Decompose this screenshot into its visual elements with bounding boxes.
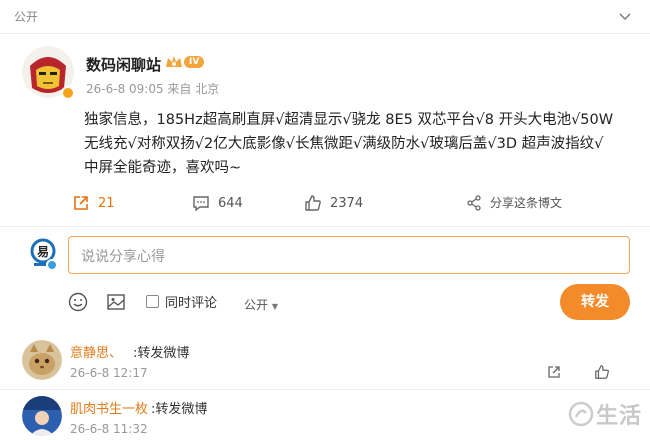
post-meta: 26-6-8 09:05 来自 北京: [86, 82, 220, 96]
reposter-name[interactable]: 肌肉书生一枚: [70, 398, 148, 417]
emoji-icon[interactable]: [68, 292, 88, 312]
repost-button[interactable]: 21: [72, 194, 115, 212]
repost-input-placeholder: 说说分享心得: [81, 249, 165, 265]
composer-toolbar: 同时评论 公开 ▼: [0, 286, 650, 320]
post-header-bar: 公开: [0, 0, 650, 34]
image-icon[interactable]: [106, 292, 126, 312]
like-count: 2374: [330, 195, 364, 211]
watermark-icon: [568, 401, 594, 427]
caret-down-icon: ▼: [271, 302, 278, 311]
repost-item-actions: [546, 364, 610, 380]
verified-badge-icon: [46, 259, 58, 271]
repost-text: :转发微博: [151, 402, 208, 417]
repost-item: 肌肉书生一枚 :转发微博 26-6-8 11:32: [0, 396, 650, 440]
chevron-down-icon[interactable]: [618, 10, 632, 24]
comment-icon: [193, 196, 209, 212]
reposter-name[interactable]: 意静思、: [70, 342, 122, 361]
repost-input[interactable]: 说说分享心得: [68, 236, 630, 274]
visibility-dropdown-label: 公开: [244, 298, 269, 312]
share-button[interactable]: 分享这条博文: [466, 194, 562, 211]
post-actions: 21 644 2374 分享这条博文: [0, 190, 650, 220]
crown-icon: [166, 56, 182, 67]
content-line: 独家信息，185Hz超高刷直屏√超清显示√骁龙 8E5 双芯平台√8 开头大电池…: [84, 112, 614, 128]
repost-item: 意静思、 :转发微博 26-6-8 12:17: [0, 340, 650, 390]
divider: [0, 389, 650, 390]
vip-level: IV: [184, 56, 205, 68]
repost-submit-button[interactable]: 转发: [560, 284, 630, 320]
verified-badge-icon: [61, 86, 75, 100]
thumbs-up-icon: [305, 195, 321, 211]
content-line: 无线充√对称双扬√2亿大底影像√长焦微距√满级防水√玻璃后盖√3D 超声波指纹√: [84, 136, 604, 152]
divider: [0, 226, 650, 227]
repost-count: 21: [98, 195, 115, 211]
comment-count: 644: [218, 195, 243, 211]
like-button[interactable]: 2374: [304, 194, 363, 212]
visibility-label: 公开: [14, 10, 39, 24]
also-comment-label: 同时评论: [165, 296, 218, 311]
visibility-dropdown[interactable]: 公开 ▼: [244, 296, 278, 313]
vip-badge[interactable]: IV: [165, 54, 205, 70]
reposter-avatar[interactable]: [22, 340, 62, 380]
svg-text:易: 易: [37, 245, 49, 259]
reposter-avatar[interactable]: [22, 396, 62, 436]
also-comment-checkbox[interactable]: 同时评论: [146, 292, 217, 311]
content-line: 中屏全能奇迹，喜欢吗~: [84, 160, 242, 176]
share-label: 分享这条博文: [490, 196, 563, 210]
watermark-logo: 生活: [568, 398, 642, 430]
repost-text: :转发微博: [133, 346, 190, 361]
share-icon: [467, 194, 481, 211]
repost-time: 26-6-8 12:17: [70, 366, 148, 380]
share-icon[interactable]: [546, 364, 562, 380]
comment-button[interactable]: 644: [192, 194, 243, 212]
repost-time: 26-6-8 11:32: [70, 422, 148, 436]
checkbox-box[interactable]: [146, 295, 159, 308]
repost-icon: [74, 196, 88, 210]
watermark-text: 生活: [596, 404, 643, 429]
author-name[interactable]: 数码闲聊站: [86, 54, 161, 75]
thumbs-up-icon[interactable]: [594, 364, 610, 380]
post-content: 独家信息，185Hz超高刷直屏√超清显示√骁龙 8E5 双芯平台√8 开头大电池…: [84, 108, 640, 180]
